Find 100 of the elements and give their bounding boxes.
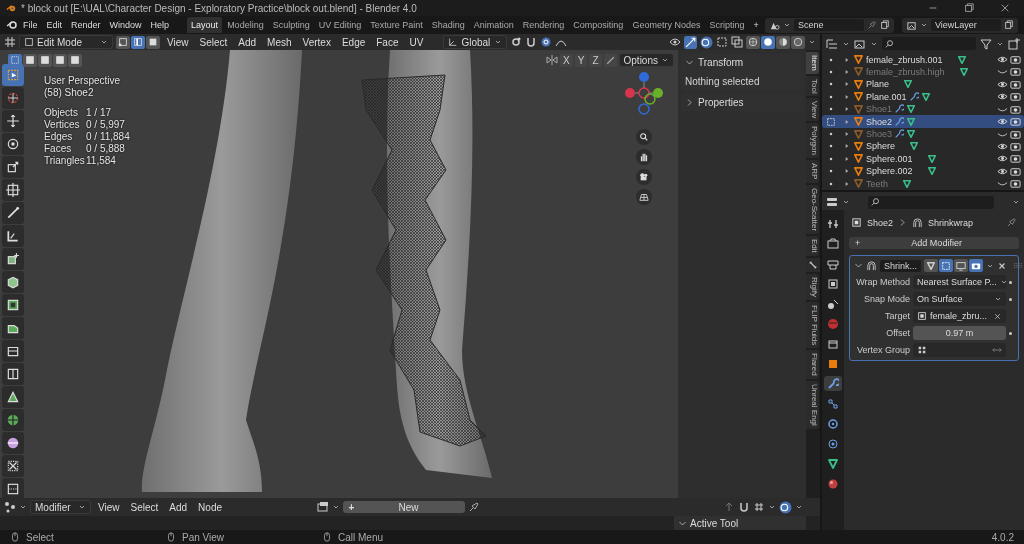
sidebar-tab[interactable]: View [806,98,819,122]
outliner-row[interactable]: Shoe1 [822,103,1024,116]
menu-item[interactable]: Add [234,34,261,50]
menu-item[interactable]: View [163,34,193,50]
outliner-row[interactable]: Plane [822,78,1024,91]
modifier-name-field[interactable]: Shrink... [880,259,921,272]
sidebar-tab[interactable]: Polygon [806,123,819,159]
workspace-tab[interactable]: Scripting [705,17,749,33]
node-tree-type-dropdown[interactable]: Modifier [30,500,91,514]
options-dropdown[interactable]: Options [618,53,674,67]
field-label: Target [884,311,910,321]
sidebar-tab[interactable]: Tool [806,75,819,97]
stat-value: 1 / 17 [86,107,113,119]
panel-title[interactable]: Properties [698,97,744,108]
object-name: Shoe3 [866,129,893,140]
axis-toggle[interactable]: X [560,53,573,67]
outliner-row[interactable]: Sphere.001 [822,152,1024,166]
outliner-row[interactable]: Sphere [822,140,1024,153]
axis-toggle[interactable]: Y [574,53,588,67]
active-object-label: (58) Shoe2 [44,87,95,99]
stat-value: 11,584 [86,155,117,167]
sidebar-tab[interactable]: Item [806,52,819,74]
object-name: Plane [866,79,890,90]
menu-item[interactable]: Select [126,499,163,515]
menu-item[interactable]: Add [165,499,192,515]
status-hint: Select [26,531,54,543]
stat-label: Edges [44,131,74,143]
workspace-tab[interactable]: Geometry Nodes [628,17,705,33]
sidebar-tab[interactable]: Edit [806,235,819,256]
outliner-row[interactable]: Shoe2 [822,115,1024,128]
object-name: Sphere.002 [866,166,913,177]
stat-value: 0 / 5,888 [86,143,126,155]
object-name: Sphere.001 [866,153,913,164]
orientation-dropdown[interactable]: Global [443,35,508,49]
outliner-row[interactable]: Plane.001 [822,90,1024,103]
sidebar-tab[interactable]: Unreal Engi [806,380,819,429]
workspace-tab[interactable]: Layout [187,17,223,33]
menu-item[interactable]: Help [146,18,174,32]
window-title: * block out [E:\UAL\Character Design - Exploratory Practice\block out.blend] - Blender 4.0 [21,2,417,14]
outliner-row[interactable]: female_zbrush.001 [822,53,1024,66]
panel-text: Nothing selected [685,76,761,87]
outliner-row[interactable]: Teeth [822,177,1024,190]
sidebar-tab[interactable]: FLIP Fluids [806,301,819,349]
panel-title[interactable]: Transform [698,57,744,68]
workspace-tab[interactable]: Rendering [518,17,569,33]
workspace-tab[interactable]: Texture Paint [366,17,427,33]
menu-item[interactable]: Edge [337,34,370,50]
field-label: Vertex Group [855,345,910,355]
object-name: Sphere [866,141,896,152]
sidebar-tab[interactable]: Geo-Scatter [806,184,819,234]
add-workspace-button[interactable]: + [749,18,763,32]
stat-label: Objects [44,107,79,119]
menu-item[interactable]: Mesh [263,34,296,50]
new-button[interactable]: + New [342,501,465,513]
menu-item[interactable]: Face [372,34,403,50]
stat-value: 0 / 5,997 [86,119,126,131]
outliner-row[interactable]: female_zbrush.high [822,65,1024,79]
menu-item[interactable]: Edit [42,18,67,32]
panel-title[interactable]: Active Tool [690,517,739,529]
object-name: female_zbrush.001 [866,54,943,65]
menu-item[interactable]: Vertex [298,34,335,50]
axis-toggle[interactable]: Z [589,53,602,67]
menu-item[interactable]: Select [195,34,232,50]
object-field[interactable]: female_zbru... [913,309,1006,323]
version-label: 4.0.2 [991,531,1014,543]
field-label: Snap Mode [862,294,910,304]
workspace-tab[interactable]: Modeling [223,17,268,33]
field-label: Offset [885,328,910,338]
add-modifier-button[interactable]: + Add Modifier [849,237,1019,249]
status-hint: Pan View [182,531,225,543]
object-name: female_zbrush.high [866,66,945,77]
menu-item[interactable]: File [19,18,42,32]
menu-item[interactable]: Node [194,499,226,515]
workspace-tab[interactable]: Animation [469,17,518,33]
object-name: Plane.001 [866,91,907,102]
outliner-row[interactable]: Sphere.002 [822,165,1024,178]
workspace-tab[interactable]: Sculpting [268,17,314,33]
stat-label: Triangles [44,155,86,167]
sidebar-tab[interactable]: ARP [806,160,819,183]
view-name: User Perspective [44,75,122,87]
outliner-row[interactable]: Shoe3 [822,127,1024,141]
menu-item[interactable]: Render [67,18,105,32]
menu-item[interactable]: View [94,499,124,515]
sidebar-tab[interactable]: Rigify [806,273,819,300]
menu-item[interactable]: UV [405,34,428,50]
dropdown-field[interactable]: On Surface [913,292,1006,306]
scene-selector[interactable]: Scene [765,17,894,33]
dropdown-field[interactable]: Nearest Surface P... [913,275,1006,289]
number-field[interactable]: 0.97 m [913,326,1006,340]
workspace-tab[interactable]: UV Editing [314,17,366,33]
object-name: Teeth [866,178,889,189]
menu-item[interactable]: Window [105,18,146,32]
object-name: Shoe2 [866,116,893,127]
sidebar-tab[interactable]: Flared [806,350,819,379]
stat-label: Vertices [44,119,81,131]
view-layer-selector[interactable]: ViewLayer [902,17,1018,33]
field-label: Wrap Method [855,277,910,287]
workspace-tab[interactable]: Compositing [569,17,628,33]
workspace-tab[interactable]: Shading [427,17,469,33]
mode-dropdown[interactable]: Edit Mode [19,35,113,49]
